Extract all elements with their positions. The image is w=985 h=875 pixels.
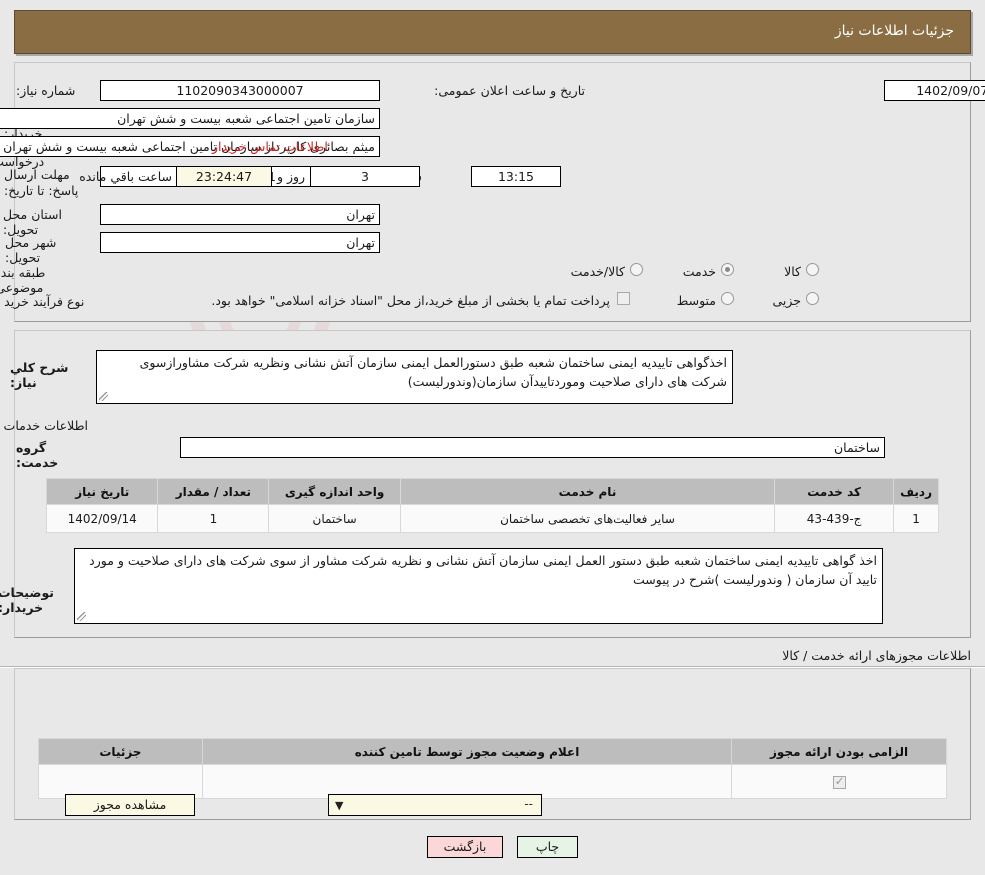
td-service-name: سایر فعالیت‌های تخصصی ساختمان <box>399 504 776 533</box>
th-unit: واحد اندازه گیری <box>268 478 401 505</box>
back-button[interactable]: بازگشت <box>427 836 503 858</box>
licenses-caption: اطلاعات مجوزهای ارائه خدمت / کالا <box>782 648 971 663</box>
th-service-name: نام خدمت <box>399 478 776 505</box>
announce-datetime-value: 13:14 - 1402/09/07 <box>884 80 985 101</box>
delivery-province-value: تهران <box>100 204 380 225</box>
th-row-index: ردیف <box>893 478 939 505</box>
services-info-caption: اطلاعات خدمات مورد نیاز <box>0 418 88 433</box>
page-title: جزئیات اطلاعات نیاز <box>834 23 954 39</box>
table-row: 1 ج-439-43 سایر فعالیت‌های تخصصی ساختمان… <box>45 504 939 533</box>
services-table-header-row: ردیف کد خدمت نام خدمت واحد اندازه گیری ت… <box>45 478 939 505</box>
license-required-checkbox[interactable] <box>832 774 846 789</box>
td-quantity: 1 <box>157 504 270 533</box>
td-need-date: 1402/09/14 <box>45 504 159 533</box>
purchase-process-label: نوع فرآیند خرید : <box>0 294 85 309</box>
licenses-table: الزامی بودن ارائه مجوز اعلام وضعیت مجوز … <box>38 738 947 799</box>
td-unit: ساختمان <box>268 504 401 533</box>
services-table: ردیف کد خدمت نام خدمت واحد اندازه گیری ت… <box>45 478 939 533</box>
licenses-table-header-row: الزامی بودن ارائه مجوز اعلام وضعیت مجوز … <box>38 738 947 765</box>
th-license-required: الزامی بودن ارائه مجوز <box>731 738 947 765</box>
td-row-index: 1 <box>893 504 939 533</box>
deadline-hour-value: 13:15 <box>471 166 561 187</box>
th-quantity: تعداد / مقدار <box>157 478 270 505</box>
need-number-label: شماره نیاز: <box>16 83 76 98</box>
service-group-label: گروه خدمت: <box>16 440 59 470</box>
need-info-panel <box>14 62 971 322</box>
print-button[interactable]: چاپ <box>517 836 578 858</box>
licenses-divider <box>0 666 985 668</box>
td-service-code: ج-439-43 <box>774 504 895 533</box>
delivery-province-label: استان محل تحویل: <box>3 207 62 237</box>
buyer-contact-link[interactable]: اطلاعات تماس خریدار <box>212 139 328 154</box>
remaining-days-value: 3 <box>310 166 420 187</box>
th-service-code: کد خدمت <box>774 478 895 505</box>
need-number-value: 1102090343000007 <box>100 80 380 101</box>
buyer-org-value: سازمان تامین اجتماعی شعبه بیست و شش تهرا… <box>0 108 380 129</box>
td-license-required <box>731 764 947 799</box>
remaining-days-label: روز و <box>276 169 306 184</box>
need-summary-label: شرح کلي نیاز: <box>10 360 69 390</box>
license-status-value: -- <box>524 797 533 811</box>
service-group-value: ساختمان <box>180 437 885 458</box>
subject-category-label: طبقه بندی موضوعی: <box>0 265 46 295</box>
radio-label-minor: جزیی <box>772 293 801 308</box>
treasury-documents-text: پرداخت تمام یا بخشی از مبلغ خرید،از محل … <box>211 293 610 308</box>
license-status-select[interactable]: ▼ -- <box>328 794 542 816</box>
radio-category-service[interactable] <box>721 263 734 276</box>
remaining-time-value: 23:24:47 <box>176 166 272 187</box>
radio-process-minor[interactable] <box>806 292 819 305</box>
radio-label-service: خدمت <box>682 264 716 279</box>
th-need-date: تاریخ نیاز <box>45 478 159 505</box>
th-license-status: اعلام وضعیت مجوز توسط تامین کننده <box>201 738 733 765</box>
need-summary-textarea[interactable]: اخذگواهی تاییدیه ایمنی ساختمان شعبه طبق … <box>96 350 733 404</box>
radio-label-goods: کالا <box>784 264 801 279</box>
radio-category-goods-service[interactable] <box>630 263 643 276</box>
remaining-time-label: ساعت باقي مانده <box>79 169 172 184</box>
delivery-city-value: تهران <box>100 232 380 253</box>
response-deadline-label: مهلت ارسال پاسخ: تا تاریخ: <box>4 167 79 198</box>
view-license-button[interactable]: مشاهده مجوز <box>65 794 195 816</box>
treasury-documents-checkbox[interactable] <box>617 292 630 305</box>
announce-datetime-label: تاریخ و ساعت اعلان عمومی: <box>434 83 585 98</box>
radio-category-goods[interactable] <box>806 263 819 276</box>
delivery-city-label: شهر محل تحویل: <box>5 235 57 265</box>
chevron-down-icon: ▼ <box>335 799 344 812</box>
page-header-bar: جزئیات اطلاعات نیاز <box>14 10 971 54</box>
page-root: AriaTender.net جزئیات اطلاعات نیاز شماره… <box>0 0 985 875</box>
radio-label-goods-service: کالا/خدمت <box>570 264 625 279</box>
th-license-details: جزئیات <box>38 738 203 765</box>
radio-label-medium: متوسط <box>676 293 716 308</box>
buyer-notes-textarea[interactable]: اخذ گواهی تاییدیه ایمنی ساختمان شعبه طبق… <box>74 548 883 624</box>
radio-process-medium[interactable] <box>721 292 734 305</box>
